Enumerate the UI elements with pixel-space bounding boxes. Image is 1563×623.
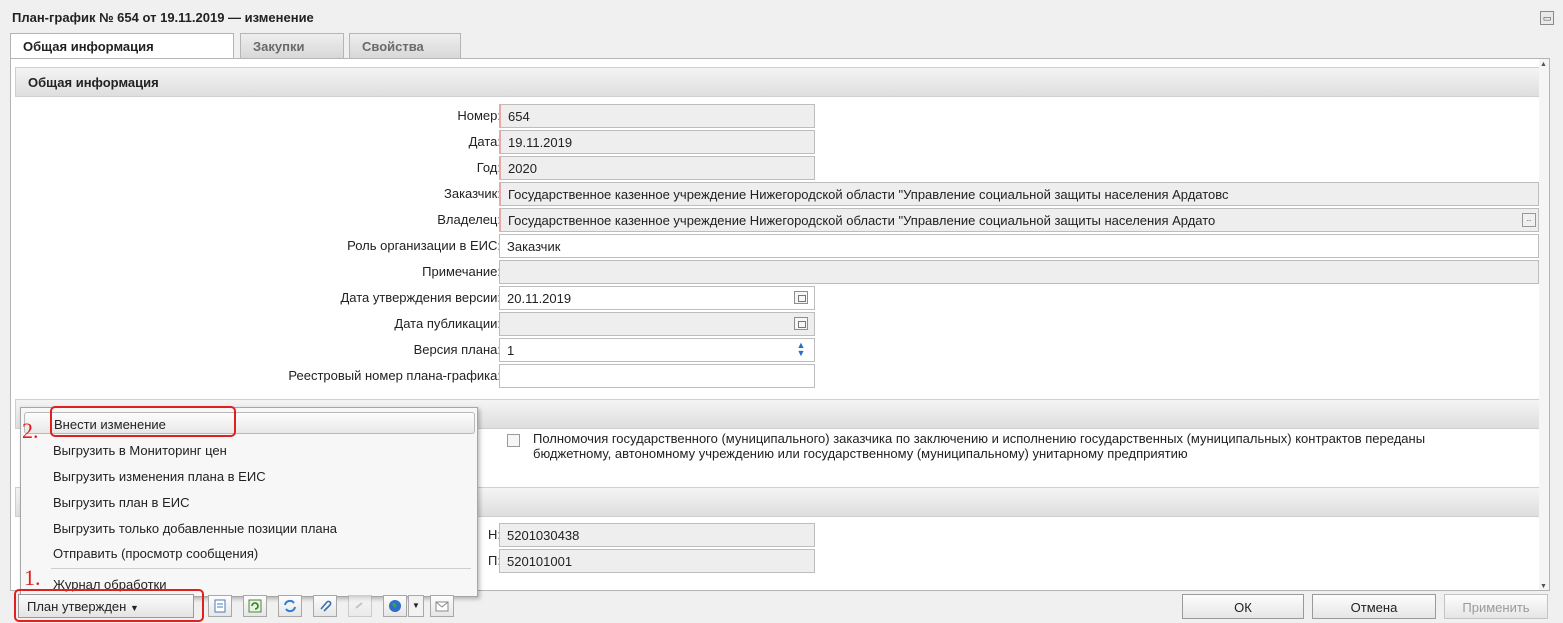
annotation-box-step2 xyxy=(50,406,236,437)
calendar-icon[interactable] xyxy=(794,291,808,304)
ok-button[interactable]: ОК xyxy=(1182,594,1304,619)
plan-status-dropdown-button[interactable]: План утвержден ▼ xyxy=(18,594,194,618)
envelope-button[interactable] xyxy=(430,595,454,617)
plan-schedule-window: План-график № 654 от 19.11.2019 — измене… xyxy=(0,0,1563,623)
menu-item-send-view-message[interactable]: Отправить (просмотр сообщения) xyxy=(53,542,473,564)
annotation-step1-number: 1. xyxy=(24,565,41,590)
globe-dropdown-chevron[interactable]: ▼ xyxy=(408,595,424,617)
field-row-role: Роль организации в ЕИС: Заказчик xyxy=(11,234,1549,258)
field-row-customer: Заказчик: Государственное казенное учреж… xyxy=(11,182,1549,206)
attachment-button[interactable] xyxy=(313,595,337,617)
restore-window-icon[interactable]: ▭ xyxy=(1540,11,1554,25)
owner-select-icon[interactable]: .. xyxy=(1522,213,1536,227)
field-row-registry-number: Реестровый номер плана-графика: xyxy=(11,364,1549,388)
link-icon xyxy=(355,602,363,609)
sync-icon xyxy=(284,599,296,613)
document-button[interactable] xyxy=(208,595,232,617)
window-titlebar: План-график № 654 от 19.11.2019 — измене… xyxy=(0,6,1563,28)
owner-label: Владелец: xyxy=(437,212,501,227)
role-field[interactable]: Заказчик xyxy=(499,234,1539,258)
field-row-approval-date: Дата утверждения версии: 20.11.2019 xyxy=(11,286,1549,310)
globe-icon xyxy=(389,600,401,612)
approval-date-value: 20.11.2019 xyxy=(507,291,572,306)
registry-number-field[interactable] xyxy=(499,364,815,388)
plan-version-label: Версия плана: xyxy=(413,342,501,357)
powers-checkbox-label: Полномочия государственного (муниципальн… xyxy=(533,431,1426,461)
publish-date-field[interactable] xyxy=(499,312,815,336)
menu-separator xyxy=(51,568,471,569)
field-row-publish-date: Дата публикации: xyxy=(11,312,1549,336)
owner-field[interactable]: Государственное казенное учреждение Ниже… xyxy=(499,208,1539,232)
menu-item-export-added-positions[interactable]: Выгрузить только добавленные позиции пла… xyxy=(53,517,473,539)
date-label: Дата: xyxy=(468,134,501,149)
menu-item-export-price-monitoring[interactable]: Выгрузить в Мониторинг цен xyxy=(53,439,473,461)
field-row-plan-version: Версия плана: 1 ▲ ▼ xyxy=(11,338,1549,362)
paperclip-icon xyxy=(320,600,332,612)
registry-number-label: Реестровый номер плана-графика: xyxy=(288,368,501,383)
bottom-toolbar: План утвержден ▼ ▼ ОК Отмена Применить xyxy=(10,594,1550,620)
scroll-up-icon[interactable]: ▲ xyxy=(1540,61,1547,68)
link-button[interactable] xyxy=(348,595,372,617)
publish-date-label: Дата публикации: xyxy=(394,316,501,331)
vertical-scrollbar[interactable]: ▲ ▼ xyxy=(1539,59,1549,590)
cancel-button[interactable]: Отмена xyxy=(1312,594,1436,619)
field-row-date: Дата: 19.11.2019 xyxy=(11,130,1549,154)
sync-button[interactable] xyxy=(278,595,302,617)
approval-date-field[interactable]: 20.11.2019 xyxy=(499,286,815,310)
refresh-document-icon xyxy=(248,599,262,613)
number-label: Номер: xyxy=(457,108,501,123)
year-label: Год: xyxy=(476,160,501,175)
envelope-icon xyxy=(435,601,449,612)
field-row-owner: Владелец: Государственное казенное учреж… xyxy=(11,208,1549,232)
chevron-down-icon: ▼ xyxy=(129,603,139,613)
calendar-icon[interactable] xyxy=(794,317,808,330)
field-row-note: Примечание: xyxy=(11,260,1549,284)
kpp-field[interactable]: 520101001 xyxy=(499,549,815,573)
refresh-document-button[interactable] xyxy=(243,595,267,617)
menu-item-export-plan-changes[interactable]: Выгрузить изменения плана в ЕИС xyxy=(53,465,473,487)
globe-button[interactable] xyxy=(383,595,407,617)
window-title: План-график № 654 от 19.11.2019 — измене… xyxy=(12,10,314,25)
menu-item-export-plan[interactable]: Выгрузить план в ЕИС xyxy=(53,491,473,513)
year-field[interactable]: 2020 xyxy=(499,156,815,180)
role-label: Роль организации в ЕИС: xyxy=(347,238,501,253)
tab-general-info[interactable]: Общая информация xyxy=(10,33,234,59)
apply-button[interactable]: Применить xyxy=(1444,594,1548,619)
document-icon xyxy=(214,599,226,613)
plan-version-value: 1 xyxy=(507,343,515,358)
plan-version-field[interactable]: 1 ▲ ▼ xyxy=(499,338,815,362)
note-label: Примечание: xyxy=(422,264,501,279)
field-row-number: Номер: 654 xyxy=(11,104,1549,128)
date-field[interactable]: 19.11.2019 xyxy=(499,130,815,154)
spinner-icon[interactable]: ▲ ▼ xyxy=(794,341,808,359)
customer-field[interactable]: Государственное казенное учреждение Ниже… xyxy=(499,182,1539,206)
powers-checkbox[interactable] xyxy=(507,434,520,447)
tab-purchases[interactable]: Закупки xyxy=(240,33,344,58)
inn-field[interactable]: 5201030438 xyxy=(499,523,815,547)
customer-label: Заказчик: xyxy=(443,186,501,201)
section-header-general: Общая информация xyxy=(15,67,1547,97)
field-row-year: Год: 2020 xyxy=(11,156,1549,180)
annotation-step2-number: 2. xyxy=(22,418,39,443)
scroll-down-icon[interactable]: ▼ xyxy=(1540,583,1547,590)
number-field[interactable]: 654 xyxy=(499,104,815,128)
owner-value: Государственное казенное учреждение Ниже… xyxy=(508,213,1216,228)
note-field[interactable] xyxy=(499,260,1539,284)
approval-date-label: Дата утверждения версии: xyxy=(340,290,501,305)
plan-status-label: План утвержден xyxy=(27,599,127,614)
tab-properties[interactable]: Свойства xyxy=(349,33,461,58)
